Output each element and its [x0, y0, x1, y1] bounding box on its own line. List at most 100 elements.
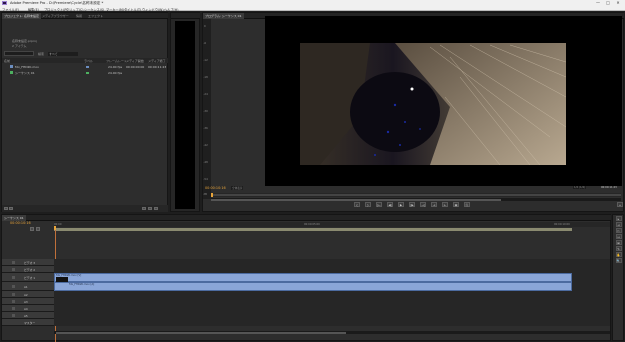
- track-select-tool-icon[interactable]: ⇥: [615, 222, 622, 227]
- menu-window[interactable]: ウィンドウ(W): [142, 7, 164, 12]
- project-column-header: 名前 ラベル フレームレート メディア開始 メディア終了: [2, 58, 168, 63]
- menu-sequence[interactable]: シーケンス(S): [84, 7, 104, 12]
- column-media-end[interactable]: メディア終了: [148, 59, 166, 63]
- track-header-master[interactable]: マスター: [2, 319, 54, 326]
- pen-tool-icon[interactable]: ✎: [615, 246, 622, 251]
- menu-clip[interactable]: クリップ(C): [66, 7, 83, 12]
- speaker-icon[interactable]: [12, 307, 15, 310]
- step-forward-button[interactable]: |▶: [409, 202, 415, 207]
- eye-icon[interactable]: [12, 276, 15, 279]
- compare-button[interactable]: ⎘: [464, 202, 470, 207]
- search-input[interactable]: [4, 51, 34, 56]
- scale-label: -6: [203, 42, 207, 45]
- label-swatch: [86, 71, 89, 74]
- current-timecode[interactable]: 00:00:10:16: [205, 186, 226, 190]
- resolution-select[interactable]: 1/2 (1/4): [573, 186, 587, 189]
- selection-tool-icon[interactable]: ▸: [615, 216, 622, 221]
- track-header-audio-1[interactable]: A1: [2, 282, 54, 291]
- video-clip[interactable]: fdx_FHD2K.mov [V]: [54, 273, 572, 282]
- extract-button[interactable]: ⇤: [442, 202, 448, 207]
- track-header-audio-3[interactable]: A3: [2, 298, 54, 305]
- playhead-marker[interactable]: [211, 193, 213, 197]
- marker-icon[interactable]: [36, 227, 40, 231]
- audio-meter-tabbar: [171, 13, 200, 19]
- track-area[interactable]: [54, 259, 610, 326]
- tab-media-browser[interactable]: メディアブラウザー: [40, 13, 71, 19]
- icon-view-icon[interactable]: [9, 206, 13, 210]
- label-swatch: [86, 65, 89, 68]
- menu-file[interactable]: ファイル(F): [2, 7, 19, 12]
- scroll-thumb[interactable]: [56, 331, 346, 334]
- column-media-start[interactable]: メディア開始: [126, 59, 144, 63]
- column-label[interactable]: ラベル: [84, 59, 93, 63]
- track-header-audio-4[interactable]: A4: [2, 305, 54, 312]
- mark-in-button[interactable]: {: [354, 202, 360, 207]
- add-button[interactable]: +: [617, 202, 623, 207]
- speaker-icon[interactable]: [12, 293, 15, 296]
- list-item[interactable]: シーケンス 01 24.00 fps: [2, 70, 168, 75]
- column-name[interactable]: 名前: [4, 59, 10, 63]
- new-bin-icon[interactable]: [142, 206, 146, 210]
- hand-tool-icon[interactable]: ✋: [615, 252, 622, 257]
- track-header-audio-5[interactable]: A5: [2, 312, 54, 319]
- monitor-scrubber[interactable]: [211, 193, 621, 197]
- slide-tool-icon[interactable]: ⊞: [615, 240, 622, 245]
- zoom-handle[interactable]: [211, 198, 501, 201]
- new-item-icon[interactable]: [148, 206, 152, 210]
- speaker-icon[interactable]: [12, 314, 15, 317]
- timeline-scrollbar[interactable]: [54, 331, 610, 334]
- project-panel: プロジェクト: 名称未設定 メディアブラウザー 情報 エフェクト 名称未設定.p…: [1, 12, 168, 212]
- list-view-icon[interactable]: [4, 206, 8, 210]
- project-tabbar: プロジェクト: 名称未設定 メディアブラウザー 情報 エフェクト: [2, 13, 168, 19]
- column-framerate[interactable]: フレームレート: [106, 59, 127, 63]
- scale-label: -18: [203, 76, 208, 79]
- track-header-video-1[interactable]: ビデオ 1: [2, 273, 54, 282]
- tools-panel: ▸ ⇥ ✂ ↔ ⊞ ✎ ✋ 🔍: [612, 214, 624, 341]
- item-framerate: 24.00 fps: [108, 70, 123, 75]
- menu-edit[interactable]: 編集(E): [28, 7, 39, 12]
- item-media-end: 00:00:11:23: [148, 64, 167, 69]
- export-frame-button[interactable]: ▣: [453, 202, 459, 207]
- timeline-panel: シーケンス 01 00:00:10:16 00:00 00:00:05:00 0…: [1, 214, 611, 342]
- track-header-video-2[interactable]: ビデオ 2: [2, 266, 54, 273]
- track-header-video-3[interactable]: ビデオ 3: [2, 259, 54, 266]
- audio-meter-display: [175, 21, 195, 209]
- tab-info[interactable]: 情報: [74, 13, 84, 19]
- lift-button[interactable]: ⇥: [431, 202, 437, 207]
- meter-scale: 0 -6 -12 -18 -24 -30 -36 -42 -48 -54 dB: [203, 19, 211, 199]
- track-name: A5: [24, 314, 28, 318]
- timeline-ruler[interactable]: 00:00 00:00:05:00 00:00:10:00: [54, 222, 610, 227]
- audio-clip[interactable]: fdx_FHD2K.mov [A]: [54, 282, 572, 291]
- go-to-in-button[interactable]: |←: [376, 202, 382, 207]
- step-back-button[interactable]: ◀|: [387, 202, 393, 207]
- eye-icon[interactable]: [12, 261, 15, 264]
- list-item[interactable]: fdx_FHD2K.mov 24.00 fps 00:00:00:00 00:0…: [2, 64, 168, 69]
- menu-help[interactable]: ヘルプ(H): [164, 7, 178, 12]
- fit-select[interactable]: 全体表示: [231, 186, 244, 190]
- menu-project[interactable]: プロジェクト(P): [44, 7, 68, 12]
- timeline-timecode[interactable]: 00:00:10:16: [10, 221, 31, 225]
- search-in-select[interactable]: すべて: [48, 52, 78, 56]
- speaker-icon[interactable]: [12, 300, 15, 303]
- razor-tool-icon[interactable]: ✂: [615, 228, 622, 233]
- zoom-tool-icon[interactable]: 🔍: [615, 258, 622, 263]
- speaker-icon[interactable]: [12, 285, 15, 288]
- work-area-bar[interactable]: [54, 228, 572, 231]
- zoom-bar[interactable]: [211, 198, 621, 201]
- menu-title[interactable]: タイトル(T): [124, 7, 141, 12]
- play-button[interactable]: ▶: [398, 202, 404, 207]
- track-header-audio-2[interactable]: A2: [2, 291, 54, 298]
- track-name: マスター: [24, 321, 36, 325]
- mark-out-button[interactable]: }: [365, 202, 371, 207]
- eye-icon[interactable]: [12, 268, 15, 271]
- tab-project[interactable]: プロジェクト: 名称未設定: [2, 13, 41, 19]
- clear-icon[interactable]: [154, 206, 158, 210]
- scrubber-track: [211, 194, 621, 196]
- scale-label: 0: [204, 25, 206, 28]
- go-to-out-button[interactable]: →|: [420, 202, 426, 207]
- snap-icon[interactable]: [30, 227, 34, 231]
- tab-effects[interactable]: エフェクト: [86, 13, 105, 19]
- track-name: A4: [24, 307, 28, 311]
- slip-tool-icon[interactable]: ↔: [615, 234, 622, 239]
- menu-marker[interactable]: マーカー(M): [106, 7, 124, 12]
